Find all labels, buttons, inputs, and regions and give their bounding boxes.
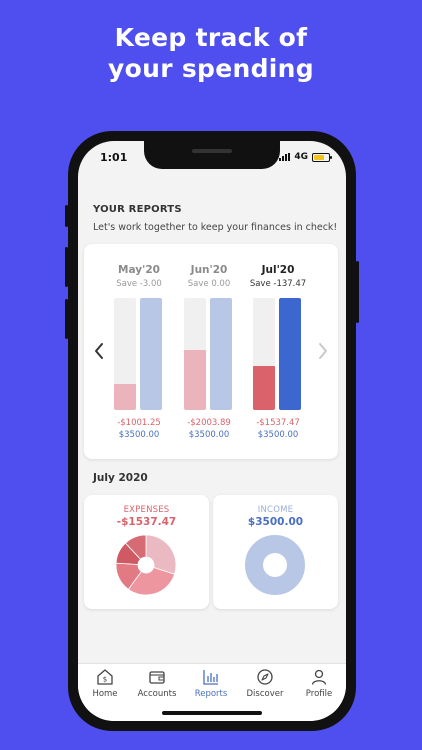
income-amount-jul: $3500.00 <box>257 430 299 440</box>
income-bar <box>140 298 162 410</box>
person-icon <box>311 669 327 685</box>
expense-amount-jul: -$1537.47 <box>256 418 300 428</box>
tab-discover[interactable]: Discover <box>238 668 292 699</box>
income-card[interactable]: INCOME $3500.00 <box>213 495 338 609</box>
status-time: 1:01 <box>100 151 128 164</box>
volume-down-button <box>65 299 68 339</box>
tab-accounts[interactable]: Accounts <box>130 668 184 699</box>
income-donut-chart <box>245 535 305 595</box>
phone-frame: 1:01 4G YOUR REPORTS Let's work together… <box>65 131 359 731</box>
month-label: May'20 <box>118 264 160 276</box>
tab-label: Accounts <box>137 689 177 699</box>
report-month-jun[interactable]: Jun'20 Save 0.00 <box>179 264 239 289</box>
income-bar <box>279 298 301 410</box>
wallet-icon <box>149 671 165 684</box>
expense-bar <box>184 298 206 410</box>
income-amount-may: $3500.00 <box>118 430 160 440</box>
signal-icon <box>279 153 291 161</box>
network-type: 4G <box>294 152 308 162</box>
expense-amount-may: -$1001.25 <box>117 418 161 428</box>
report-month-may[interactable]: May'20 Save -3.00 <box>109 264 169 289</box>
chevron-right-icon[interactable] <box>316 341 330 361</box>
phone-screen: 1:01 4G YOUR REPORTS Let's work together… <box>78 141 346 721</box>
tab-label: Discover <box>246 689 284 699</box>
reports-subtitle: Let's work together to keep your finance… <box>93 222 338 233</box>
tab-home[interactable]: $ Home <box>78 668 132 699</box>
income-value: $3500.00 <box>247 516 304 528</box>
expenses-card[interactable]: EXPENSES -$1537.47 <box>84 495 209 609</box>
home-dollar-icon: $ <box>97 669 113 685</box>
month-savings: Save 0.00 <box>187 279 231 289</box>
income-bar-fill <box>140 298 162 410</box>
expenses-value: -$1537.47 <box>116 516 177 528</box>
tab-label: Profile <box>305 689 333 699</box>
expense-bar-fill <box>114 384 136 410</box>
home-indicator <box>162 711 262 715</box>
month-label: Jul'20 <box>261 264 295 276</box>
income-bar <box>210 298 232 410</box>
tab-label: Home <box>92 689 118 699</box>
tab-label: Reports <box>194 689 228 699</box>
expense-slice-1 <box>145 535 176 575</box>
power-button <box>356 261 359 323</box>
promo-line-1: Keep track of <box>114 23 308 52</box>
income-label: INCOME <box>257 505 294 515</box>
report-month-jul[interactable]: Jul'20 Save -137.47 <box>248 264 308 289</box>
tab-profile[interactable]: Profile <box>292 668 346 699</box>
bar-chart-icon <box>203 670 218 685</box>
notch <box>144 141 280 169</box>
promo-headline: Keep track of your spending <box>0 22 422 84</box>
status-indicators: 4G <box>279 152 332 162</box>
expense-bar <box>114 298 136 410</box>
month-savings: Save -137.47 <box>249 279 307 289</box>
speaker-grille <box>192 149 232 153</box>
income-bar-fill <box>279 298 301 410</box>
expenses-donut-chart <box>116 535 176 595</box>
mute-switch <box>65 205 68 227</box>
month-savings: Save -3.00 <box>116 279 162 289</box>
bar-pair-may <box>114 298 166 410</box>
income-bar-fill <box>210 298 232 410</box>
chevron-left-icon[interactable] <box>92 341 106 361</box>
expense-amount-jun: -$2003.89 <box>187 418 231 428</box>
month-summary-heading: July 2020 <box>93 472 148 484</box>
compass-icon <box>257 669 273 685</box>
svg-text:$: $ <box>103 676 107 684</box>
reports-title: YOUR REPORTS <box>93 204 182 215</box>
income-donut-ring <box>245 535 305 595</box>
month-label: Jun'20 <box>190 264 228 276</box>
expense-bar-fill <box>184 349 206 410</box>
promo-line-2: your spending <box>108 54 314 83</box>
bar-pair-jun <box>184 298 236 410</box>
expense-bar-fill <box>253 366 275 410</box>
expenses-label: EXPENSES <box>123 505 170 515</box>
battery-icon <box>312 152 332 162</box>
reports-card: May'20 Save -3.00 Jun'20 Save 0.00 Jul'2… <box>84 244 338 459</box>
volume-up-button <box>65 247 68 287</box>
bar-pair-jul <box>253 298 305 410</box>
expense-bar <box>253 298 275 410</box>
income-amount-jun: $3500.00 <box>188 430 230 440</box>
tab-reports[interactable]: Reports <box>184 668 238 699</box>
